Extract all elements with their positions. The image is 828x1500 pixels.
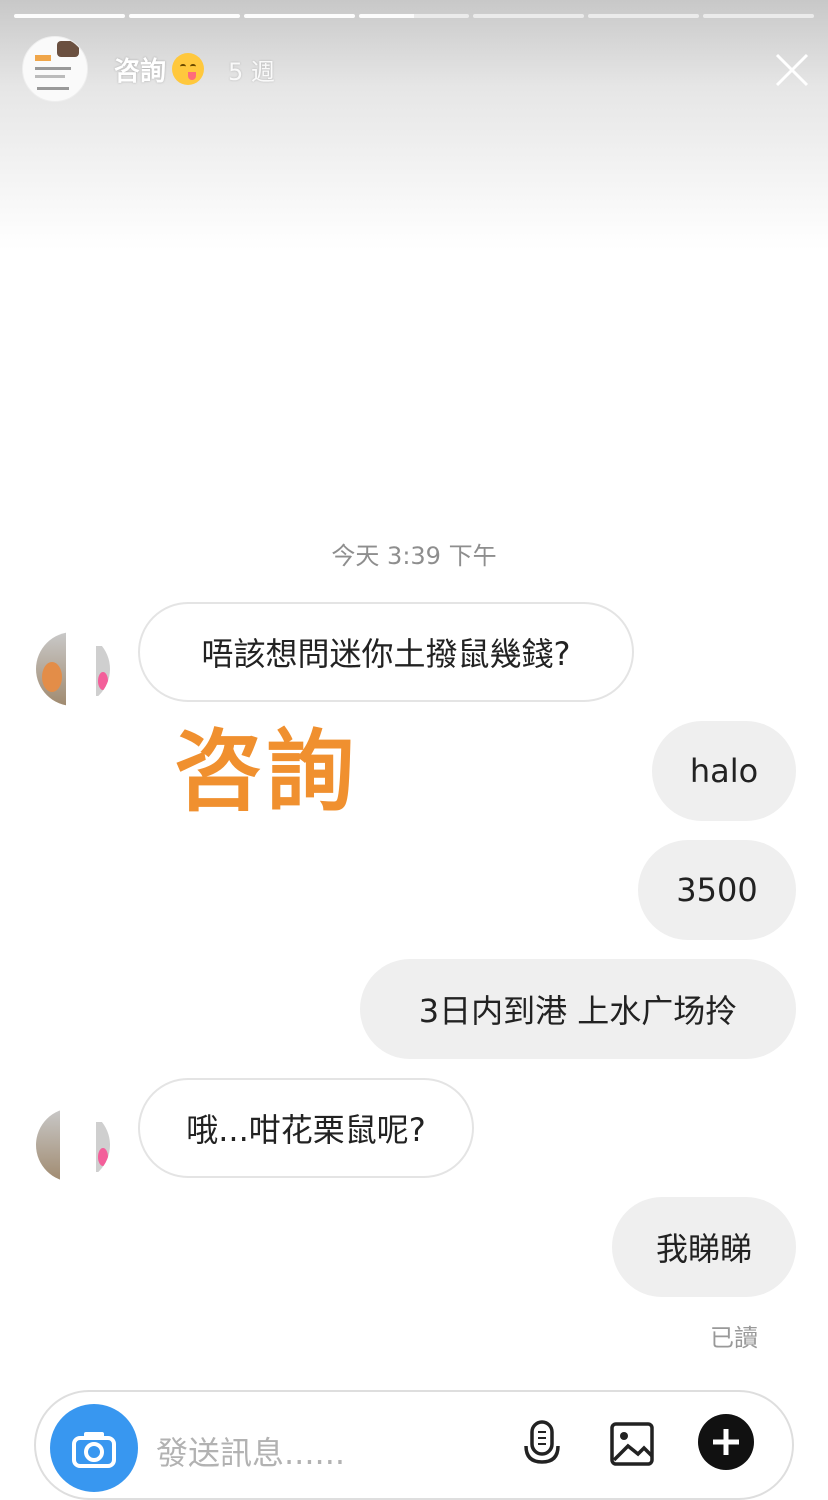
message-input[interactable]: 發送訊息...... [156, 1428, 345, 1474]
story-header: 咨詢 5 週 [22, 36, 810, 102]
story-time-ago: 5 週 [228, 57, 275, 86]
camera-button[interactable] [50, 1404, 138, 1492]
story-avatar[interactable] [22, 36, 88, 102]
story-progress-segment-current [358, 14, 470, 18]
close-icon[interactable] [774, 52, 810, 88]
message-text: 3日内到港 上水广场拎 [418, 992, 738, 1030]
message-bubble-outgoing: halo [652, 721, 796, 821]
story-progress-segment [703, 14, 815, 18]
story-username[interactable]: 咨詢 [114, 51, 166, 88]
message-text: 我睇睇 [655, 1230, 752, 1268]
camera-icon [72, 1432, 116, 1468]
sender-avatar [36, 632, 110, 706]
message-composer: 發送訊息...... [34, 1390, 794, 1500]
story-progress-segment [473, 14, 585, 18]
story-progress-segment [14, 14, 125, 18]
message-bubble-incoming: 哦...咁花栗鼠呢? [138, 1078, 474, 1178]
message-text: 唔該想問迷你土撥鼠幾錢? [201, 635, 571, 673]
message-text: 哦...咁花栗鼠呢? [186, 1111, 426, 1149]
message-bubble-outgoing: 3500 [638, 840, 796, 940]
story-overlay-text: 咨詢 [174, 720, 359, 823]
story-progress-segment [588, 14, 700, 18]
read-receipt: 已讀 [710, 1324, 758, 1352]
story-progress-segment [243, 14, 355, 18]
chat-timestamp: 今天 3:39 下午 [331, 542, 497, 570]
microphone-icon[interactable] [520, 1420, 564, 1470]
message-text: 3500 [676, 871, 758, 909]
message-bubble-outgoing: 3日内到港 上水广场拎 [360, 959, 796, 1059]
story-progress-bar [14, 14, 815, 20]
sender-avatar [36, 1108, 110, 1182]
message-bubble-outgoing: 我睇睇 [612, 1197, 796, 1297]
yum-emoji-icon [172, 53, 205, 85]
story-progress-segment [128, 14, 240, 18]
message-bubble-incoming: 唔該想問迷你土撥鼠幾錢? [138, 602, 634, 702]
add-icon[interactable] [698, 1414, 754, 1470]
message-text: halo [689, 752, 759, 790]
gallery-icon[interactable] [610, 1420, 654, 1470]
